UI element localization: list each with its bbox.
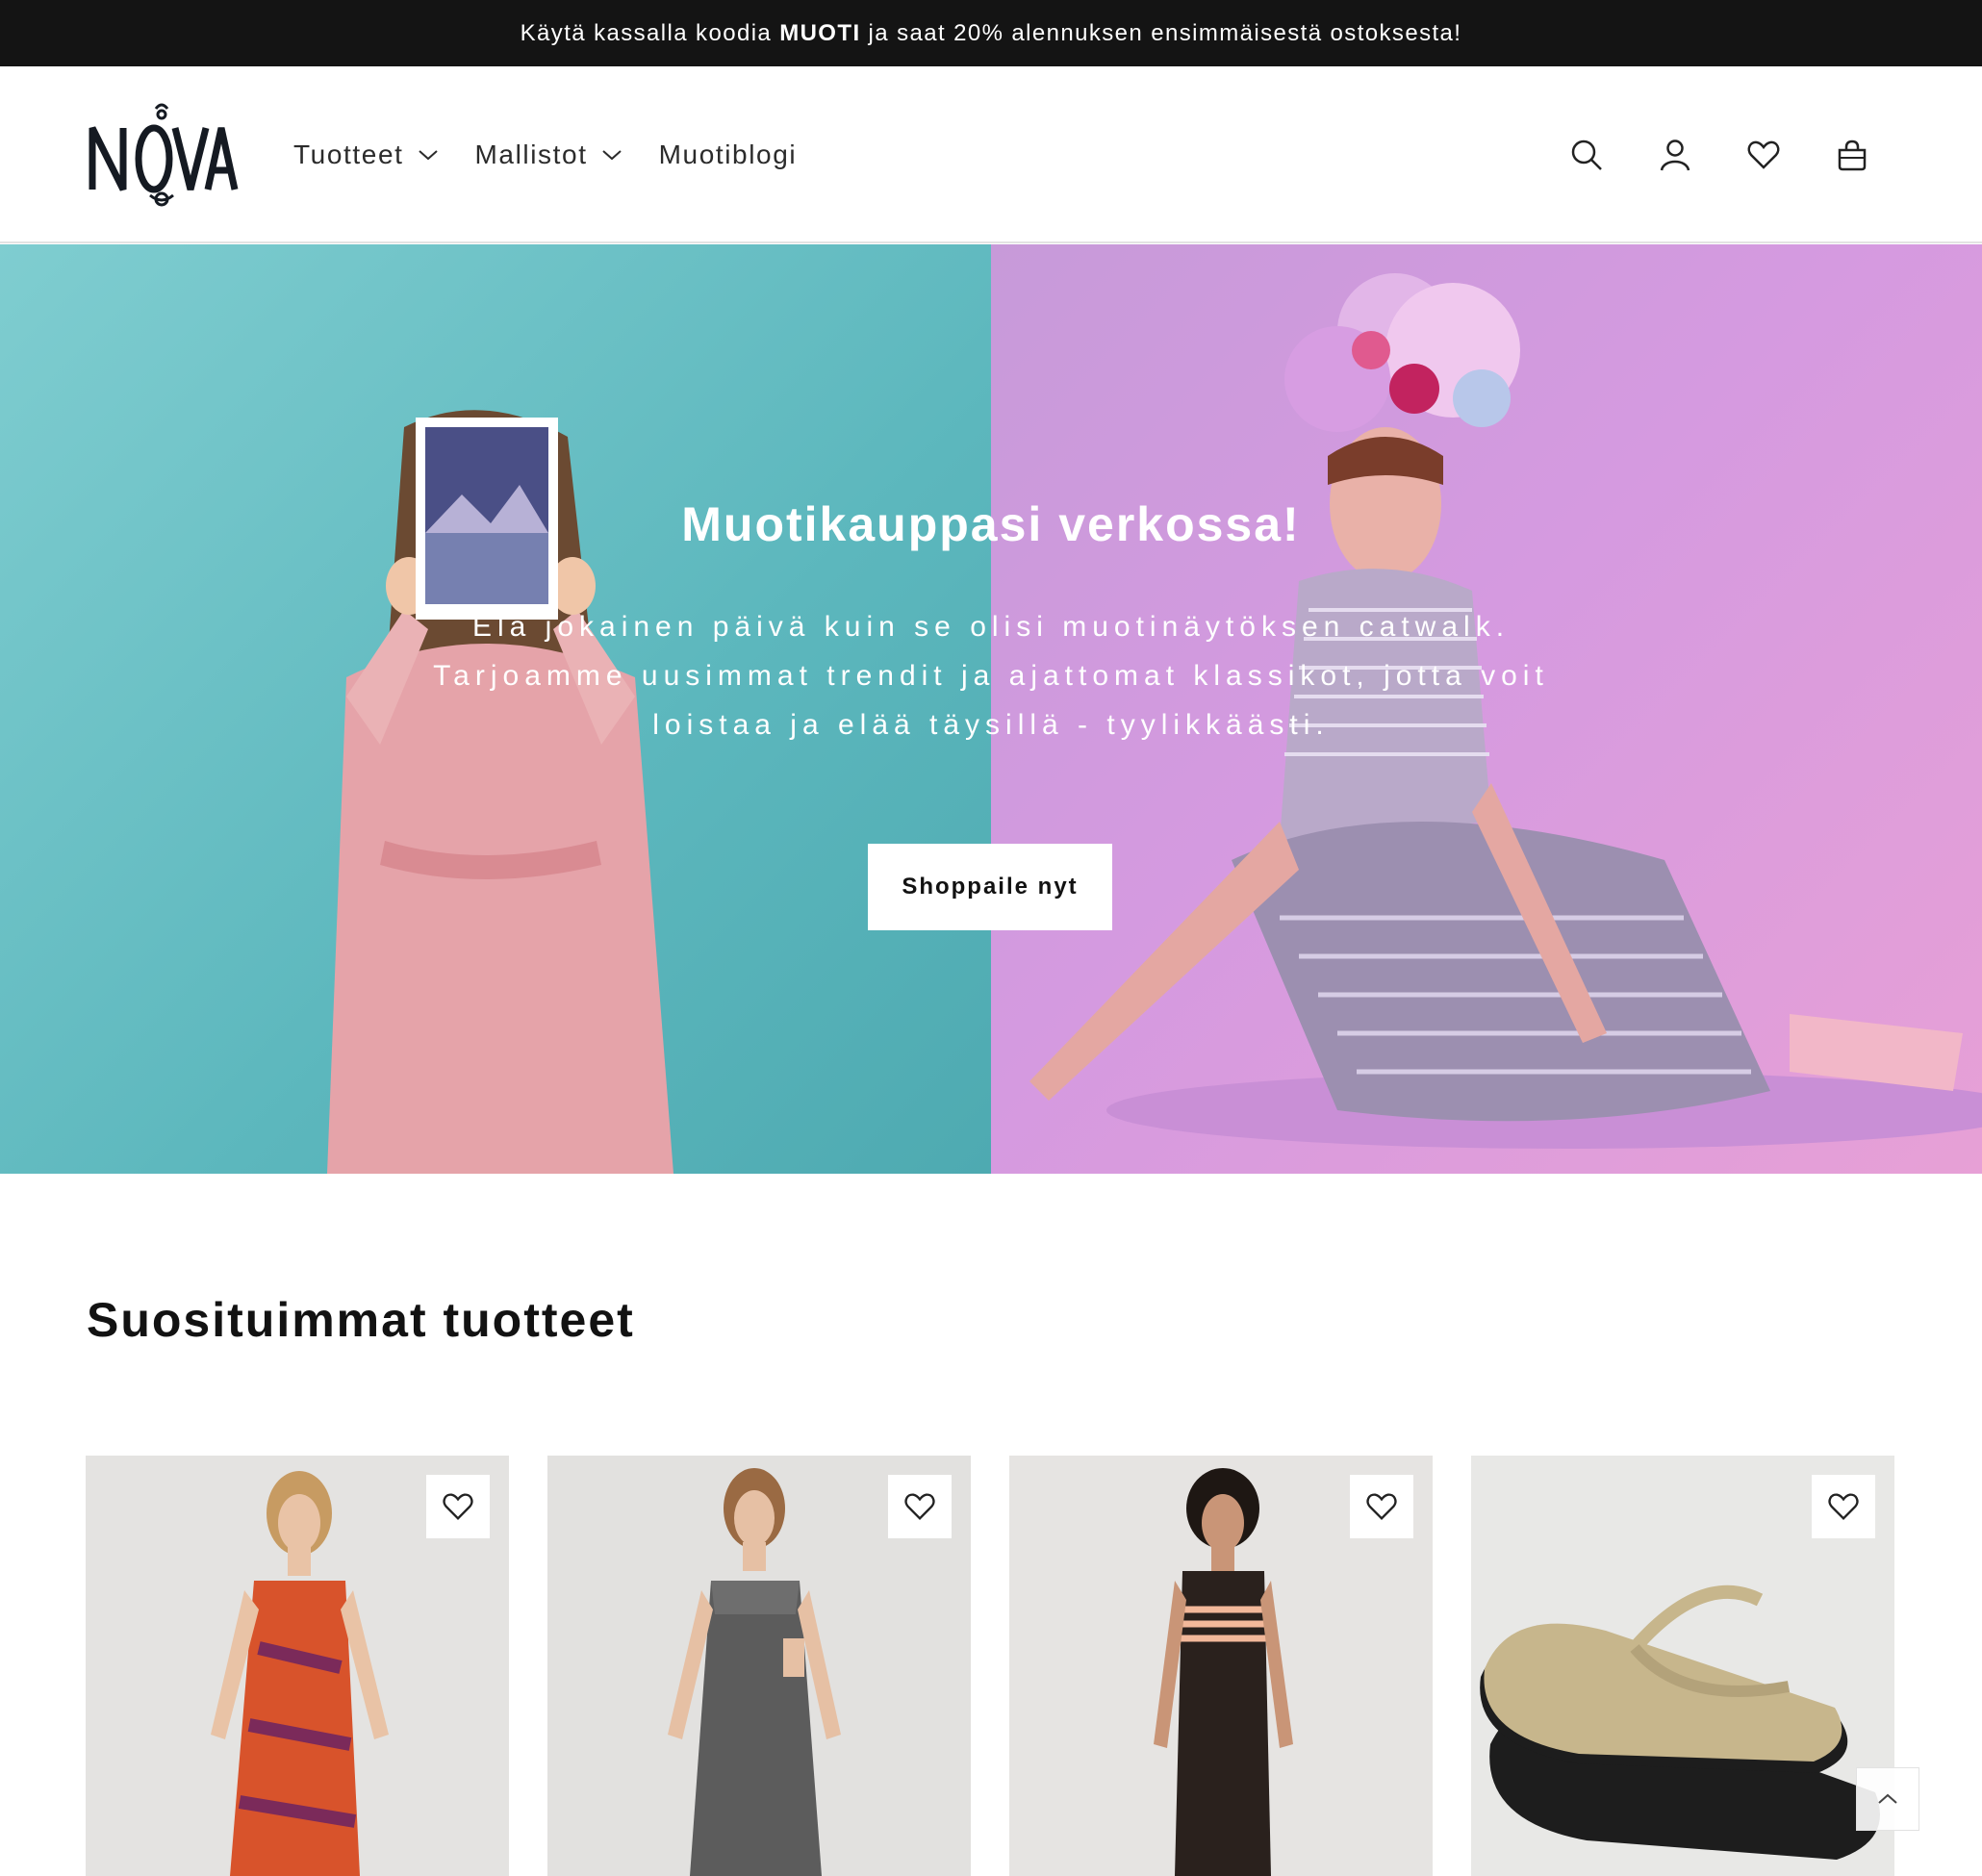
hero-title: Muotikauppasi verkossa! [681,497,1301,551]
nav-item-tuotteet[interactable]: Tuotteet [293,139,439,170]
product-card[interactable] [86,1456,509,1876]
shop-now-button[interactable]: Shoppaile nyt [868,844,1112,930]
account-button[interactable] [1656,136,1694,174]
header-actions [1567,66,1871,243]
wishlist-toggle[interactable] [1350,1475,1413,1538]
heart-icon [904,1493,935,1520]
logo[interactable] [85,101,239,209]
heart-icon [1366,1493,1397,1520]
chevron-down-icon [601,150,622,161]
search-icon [1571,139,1602,170]
hero-subtitle: Elä jokainen päivä kuin se olisi muotinä… [433,611,1549,741]
site-header: Tuotteet Mallistot Muotiblogi [0,66,1982,243]
search-button[interactable] [1567,136,1606,174]
product-card[interactable] [1471,1456,1894,1876]
chevron-down-icon [418,150,438,161]
nav-item-label: Muotiblogi [658,139,798,169]
wishlist-toggle[interactable] [888,1475,952,1538]
section-title: Suosituimmat tuotteet [87,1293,635,1347]
nav-item-mallistot[interactable]: Mallistot [475,139,623,170]
hero-content: Muotikauppasi verkossa! Elä jokainen päi… [0,244,1982,1174]
cart-icon [1838,139,1867,171]
wishlist-toggle[interactable] [1812,1475,1875,1538]
nav-item-muotiblogi[interactable]: Muotiblogi [659,139,798,170]
chevron-up-icon [1878,1793,1897,1804]
back-to-top-button[interactable] [1856,1767,1919,1831]
product-grid [86,1456,1894,1876]
product-card[interactable] [547,1456,971,1876]
wishlist-toggle[interactable] [426,1475,490,1538]
announcement-code: MUOTI [779,19,861,46]
nav-item-label: Tuotteet [293,139,404,169]
nav-item-label: Mallistot [474,139,588,169]
hero-banner: Muotikauppasi verkossa! Elä jokainen päi… [0,244,1982,1174]
product-card[interactable] [1009,1456,1433,1876]
main-nav: Tuotteet Mallistot Muotiblogi [293,66,797,243]
announcement-text-before: Käytä kassalla koodia [520,19,773,46]
nova-logo-icon [89,103,239,207]
account-icon [1660,139,1690,171]
cart-button[interactable] [1833,136,1871,174]
heart-icon [443,1493,473,1520]
heart-icon [1747,140,1780,169]
announcement-bar: Käytä kassalla koodia MUOTI ja saat 20% … [0,0,1982,66]
heart-icon [1828,1493,1859,1520]
announcement-text-after: ja saat 20% alennuksen ensimmäisestä ost… [868,19,1462,46]
wishlist-button[interactable] [1744,136,1783,174]
